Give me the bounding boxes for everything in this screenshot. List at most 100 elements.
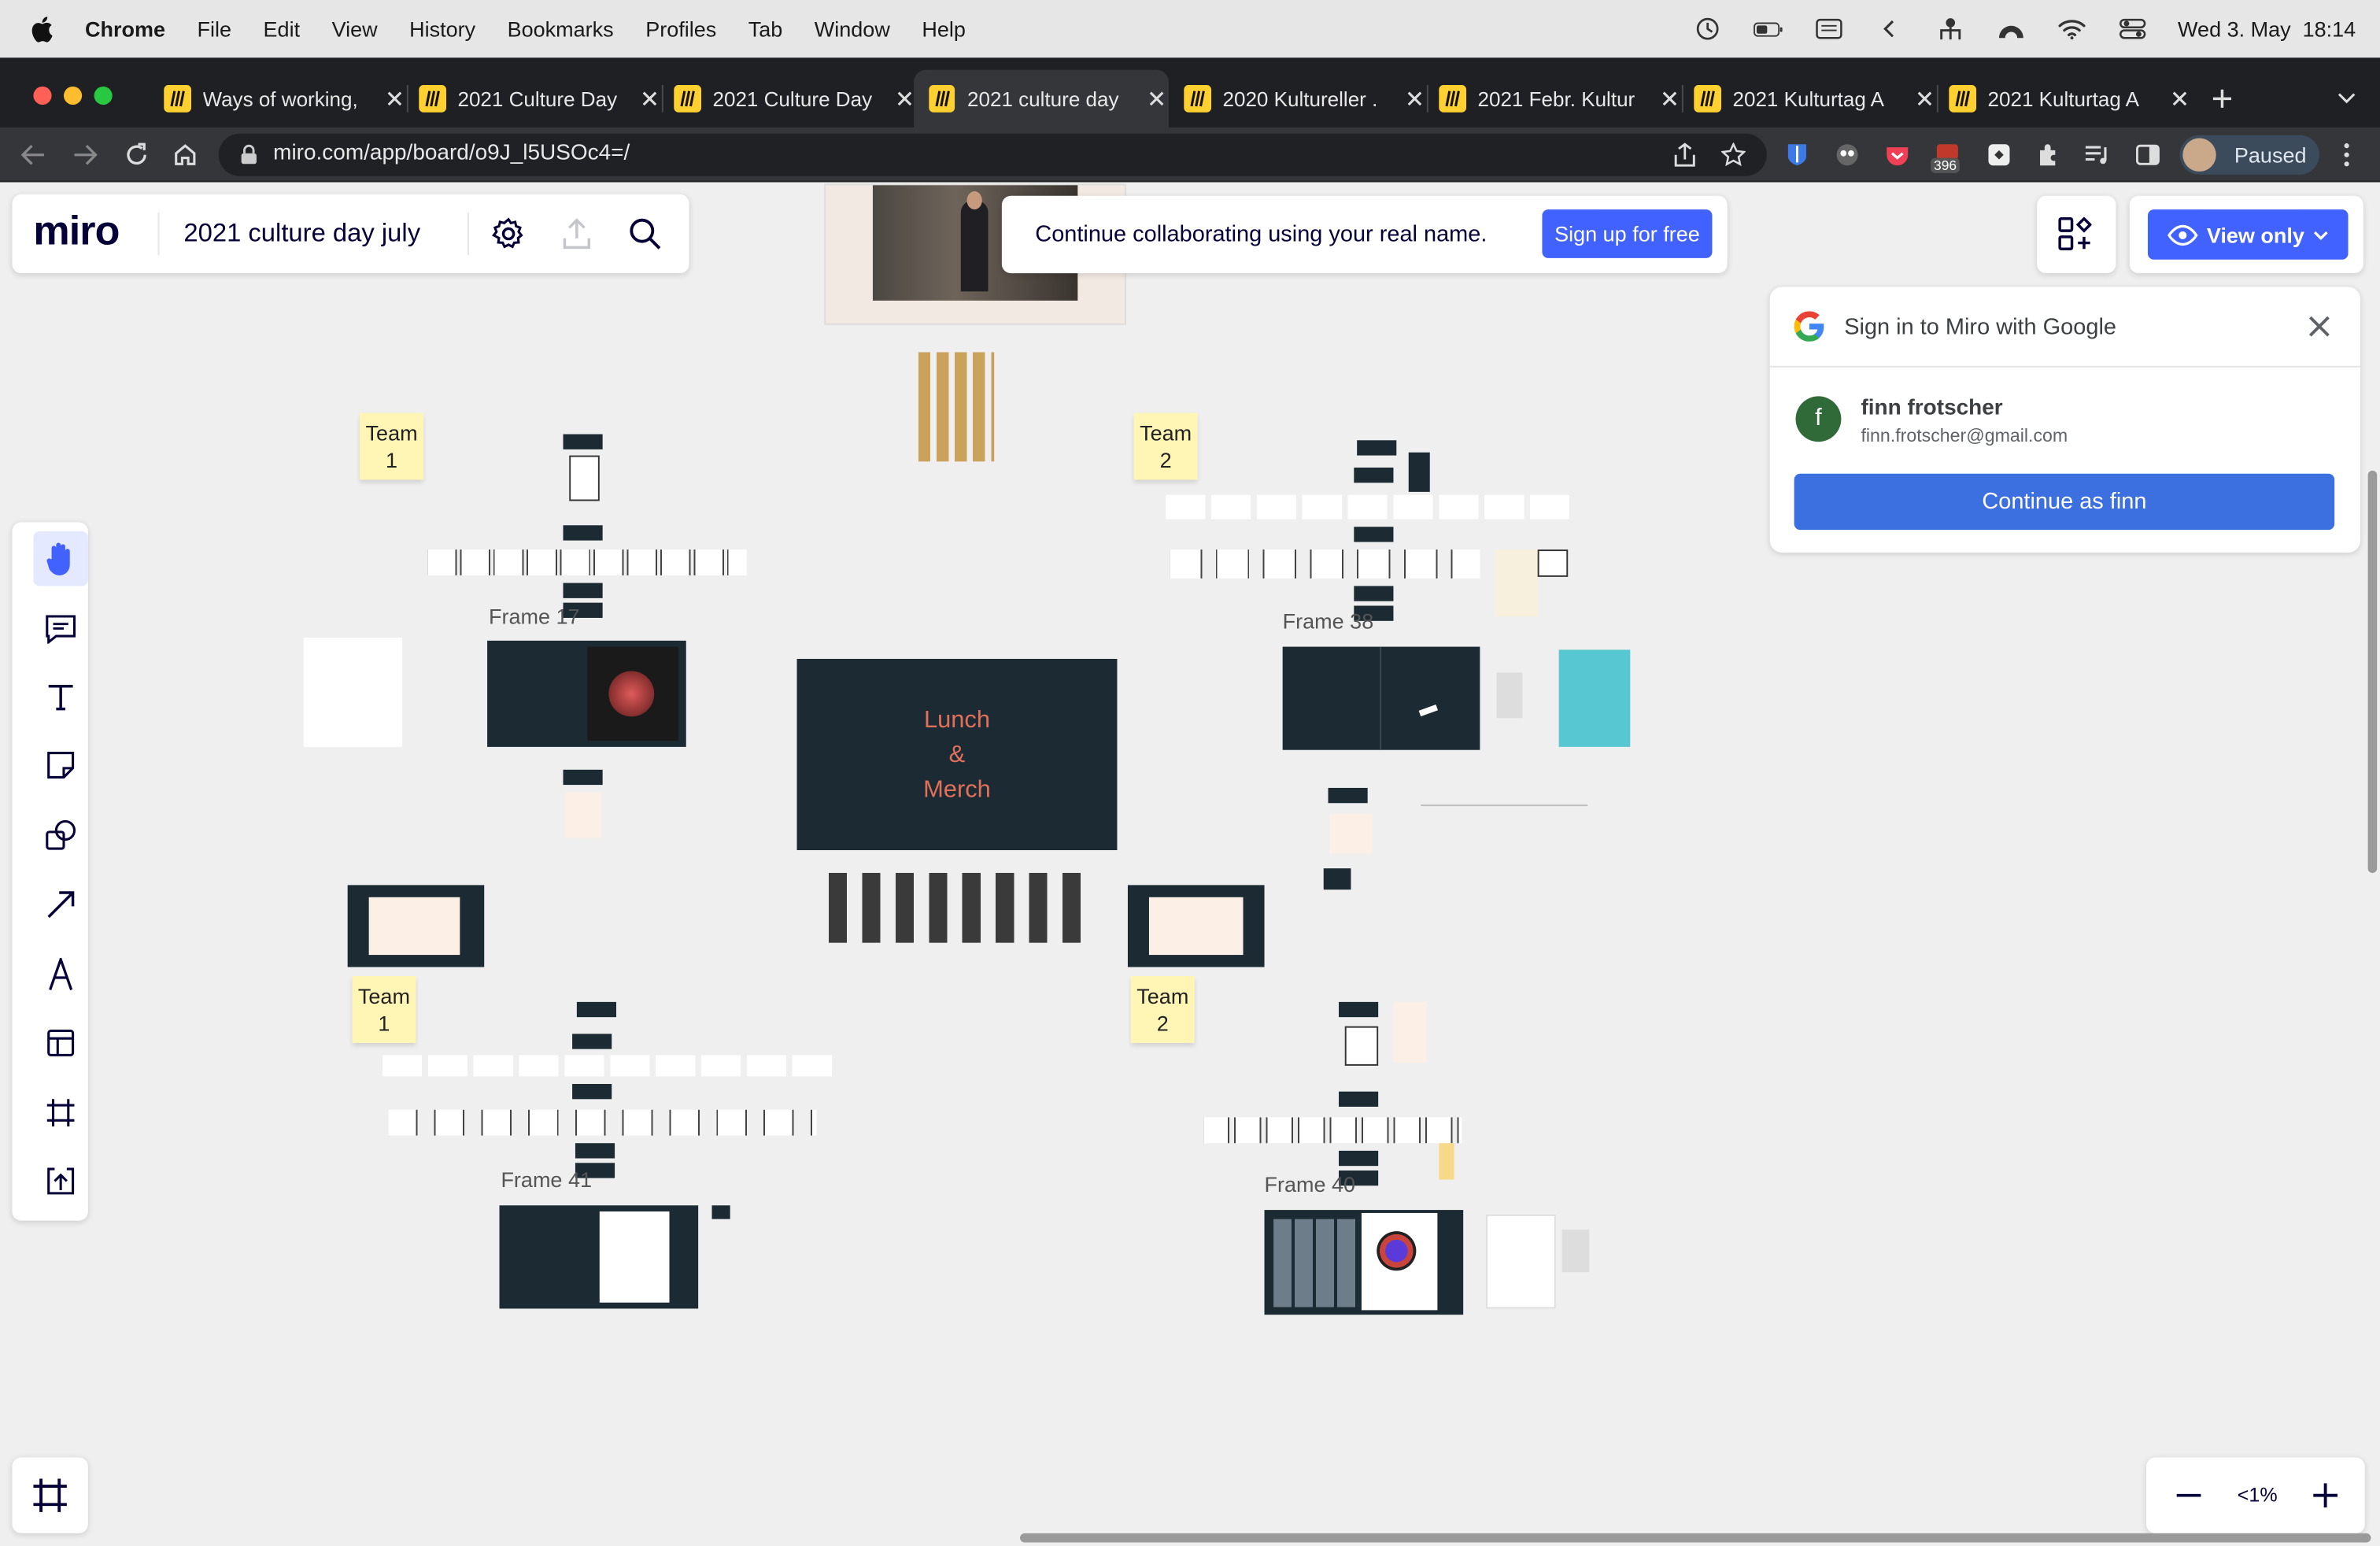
minimize-window-button[interactable] [64,86,83,105]
zoom-in-button[interactable] [2313,1483,2338,1515]
side-panel-icon[interactable] [2133,139,2164,170]
account-avatar[interactable]: f [1795,396,1842,442]
templates-tool[interactable] [33,1015,87,1070]
card[interactable] [572,1034,612,1049]
extension-owl-icon[interactable] [1832,139,1863,170]
cyan-card[interactable] [1558,649,1631,747]
frame-17-label[interactable]: Frame 17 [489,605,580,629]
card[interactable] [1408,452,1430,492]
tab-7[interactable]: 2021 Kulturtag A [1937,70,2192,128]
tab-1[interactable]: 2021 Culture Day [407,70,663,128]
tab-3-active[interactable]: 2021 culture day [914,69,1170,128]
time-machine-icon[interactable] [1692,17,1723,41]
add-apps-icon[interactable] [2058,216,2093,258]
back-icon[interactable] [18,139,49,170]
close-tab-icon[interactable] [1403,87,1427,111]
clock[interactable]: Wed 3. May 18:14 [2178,17,2356,41]
pocket-icon[interactable] [1882,139,1913,170]
extensions-puzzle-icon[interactable] [2034,139,2064,170]
card[interactable] [711,1205,730,1219]
close-tab-icon[interactable] [2168,87,2192,111]
card[interactable] [572,1084,612,1100]
frame-41-label[interactable]: Frame 41 [501,1167,592,1192]
close-tab-icon[interactable] [1913,87,1937,111]
upload-tool[interactable] [33,1154,87,1208]
menu-edit[interactable]: Edit [264,17,301,41]
sticky-team-2-top[interactable]: Team 2 [1133,412,1198,480]
board-title[interactable]: 2021 culture day july [183,219,420,250]
new-tab-button[interactable] [2204,70,2240,128]
card[interactable] [563,525,603,541]
reload-icon[interactable] [121,139,152,170]
menu-help[interactable]: Help [922,17,966,41]
card[interactable] [1357,440,1397,456]
card[interactable] [1393,1001,1427,1063]
tab-2[interactable]: 2021 Culture Day [662,70,917,128]
vpn-icon[interactable] [1996,17,2027,41]
frame-38[interactable] [1282,646,1480,750]
card[interactable] [563,434,603,449]
zoom-level[interactable]: <1% [2238,1483,2278,1506]
card-row[interactable] [1203,1117,1462,1144]
address-url[interactable]: miro.com/app/board/o9J_l5USOc4=/ [273,141,630,165]
close-tab-icon[interactable] [1658,87,1682,111]
card-row[interactable] [382,1055,838,1077]
menu-file[interactable]: File [198,17,232,41]
extension-box-icon[interactable] [1984,139,2015,170]
close-icon[interactable] [2307,314,2331,346]
zoom-out-button[interactable] [2176,1481,2201,1509]
card[interactable] [1486,1214,1556,1309]
card-row[interactable] [388,1109,817,1136]
settings-gear-icon[interactable] [492,217,525,258]
control-center-icon[interactable] [2117,17,2148,41]
lunch-merch-frame[interactable]: Lunch & Merch [796,659,1118,851]
hand-tool[interactable] [33,531,88,586]
frame-team2-slide[interactable] [1127,885,1265,967]
menu-tab[interactable]: Tab [748,17,783,41]
frame-40[interactable] [1264,1210,1464,1315]
profile-paused-button[interactable]: Paused [2179,135,2319,175]
card[interactable] [1439,1143,1454,1180]
forward-icon[interactable] [70,139,101,170]
card[interactable] [1339,1001,1379,1018]
tab-5[interactable]: 2021 Febr. Kultur [1427,70,1683,128]
card[interactable] [1344,1026,1379,1066]
menu-history[interactable]: History [409,17,475,41]
bitwarden-icon[interactable] [1782,139,1813,170]
comment-tool[interactable] [33,601,87,656]
card[interactable] [1323,868,1351,890]
card[interactable] [569,455,600,501]
more-menu-icon[interactable] [2331,139,2362,170]
text-tool[interactable] [33,670,87,724]
frame-17[interactable] [487,640,686,747]
card[interactable] [1328,787,1368,804]
card[interactable] [1537,549,1569,577]
battery-icon[interactable] [1753,17,1783,41]
menu-view[interactable]: View [332,17,378,41]
card[interactable] [1354,468,1394,483]
frame-team1-slide[interactable] [347,885,485,967]
card[interactable] [563,769,603,786]
card[interactable] [564,792,601,838]
card[interactable] [1496,672,1523,719]
card[interactable] [563,583,603,598]
shapes-tool[interactable] [33,808,87,862]
view-only-button[interactable]: View only [2147,209,2349,260]
sticky-team-1-bottom[interactable]: Team 1 [352,976,416,1043]
card[interactable] [1339,1150,1379,1167]
miro-logo[interactable]: miro [33,208,120,255]
menu-app-chrome[interactable]: Chrome [85,17,165,41]
zoom-window-button[interactable] [94,86,113,105]
media-control-icon[interactable] [2082,139,2113,170]
vertical-scrollbar[interactable] [2367,470,2378,873]
apple-icon[interactable] [31,15,58,43]
menu-window[interactable]: Window [815,17,890,41]
card[interactable] [1495,549,1538,617]
frame-38-label[interactable]: Frame 38 [1283,608,1374,633]
wifi-icon[interactable] [2057,17,2087,41]
pen-tool[interactable] [33,947,87,1001]
tab-6[interactable]: 2021 Kulturtag A [1682,70,1938,128]
frame-40-label[interactable]: Frame 40 [1265,1172,1356,1196]
close-tab-icon[interactable] [638,87,662,111]
card[interactable] [1561,1230,1590,1273]
